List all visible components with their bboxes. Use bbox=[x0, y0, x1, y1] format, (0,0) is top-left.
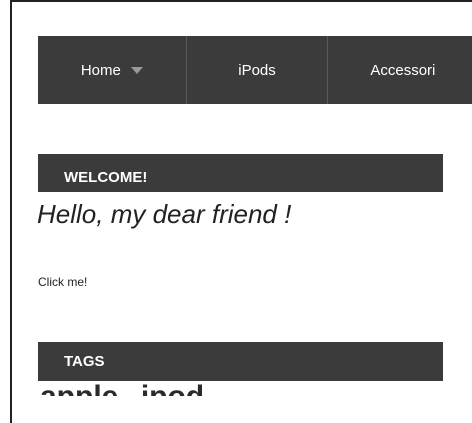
page-viewport: Home iPods Accessori WELCOME! Hello, my … bbox=[12, 2, 472, 396]
welcome-title: WELCOME! bbox=[64, 168, 148, 186]
tag-cloud: apple ipod bbox=[40, 380, 220, 396]
tag-ipod[interactable]: ipod bbox=[141, 380, 204, 396]
tag-apple[interactable]: apple bbox=[40, 380, 118, 396]
tags-widget-header: TAGS bbox=[38, 342, 443, 381]
nav-item-home[interactable]: Home bbox=[38, 36, 187, 104]
tags-title: TAGS bbox=[64, 353, 105, 370]
chevron-down-icon bbox=[130, 67, 143, 74]
nav-item-ipods[interactable]: iPods bbox=[187, 36, 329, 104]
main-navbar: Home iPods Accessori bbox=[38, 36, 472, 104]
click-me-link[interactable]: Click me! bbox=[38, 275, 87, 289]
nav-item-accessories-label: Accessori bbox=[370, 61, 436, 79]
greeting-text: Hello, my dear friend ! bbox=[37, 199, 292, 229]
page-frame: Home iPods Accessori WELCOME! Hello, my … bbox=[0, 0, 472, 423]
welcome-widget-header: WELCOME! bbox=[38, 154, 443, 192]
nav-item-accessories[interactable]: Accessori bbox=[328, 36, 472, 104]
nav-item-home-label: Home bbox=[80, 61, 121, 79]
nav-item-ipods-label: iPods bbox=[238, 61, 276, 79]
